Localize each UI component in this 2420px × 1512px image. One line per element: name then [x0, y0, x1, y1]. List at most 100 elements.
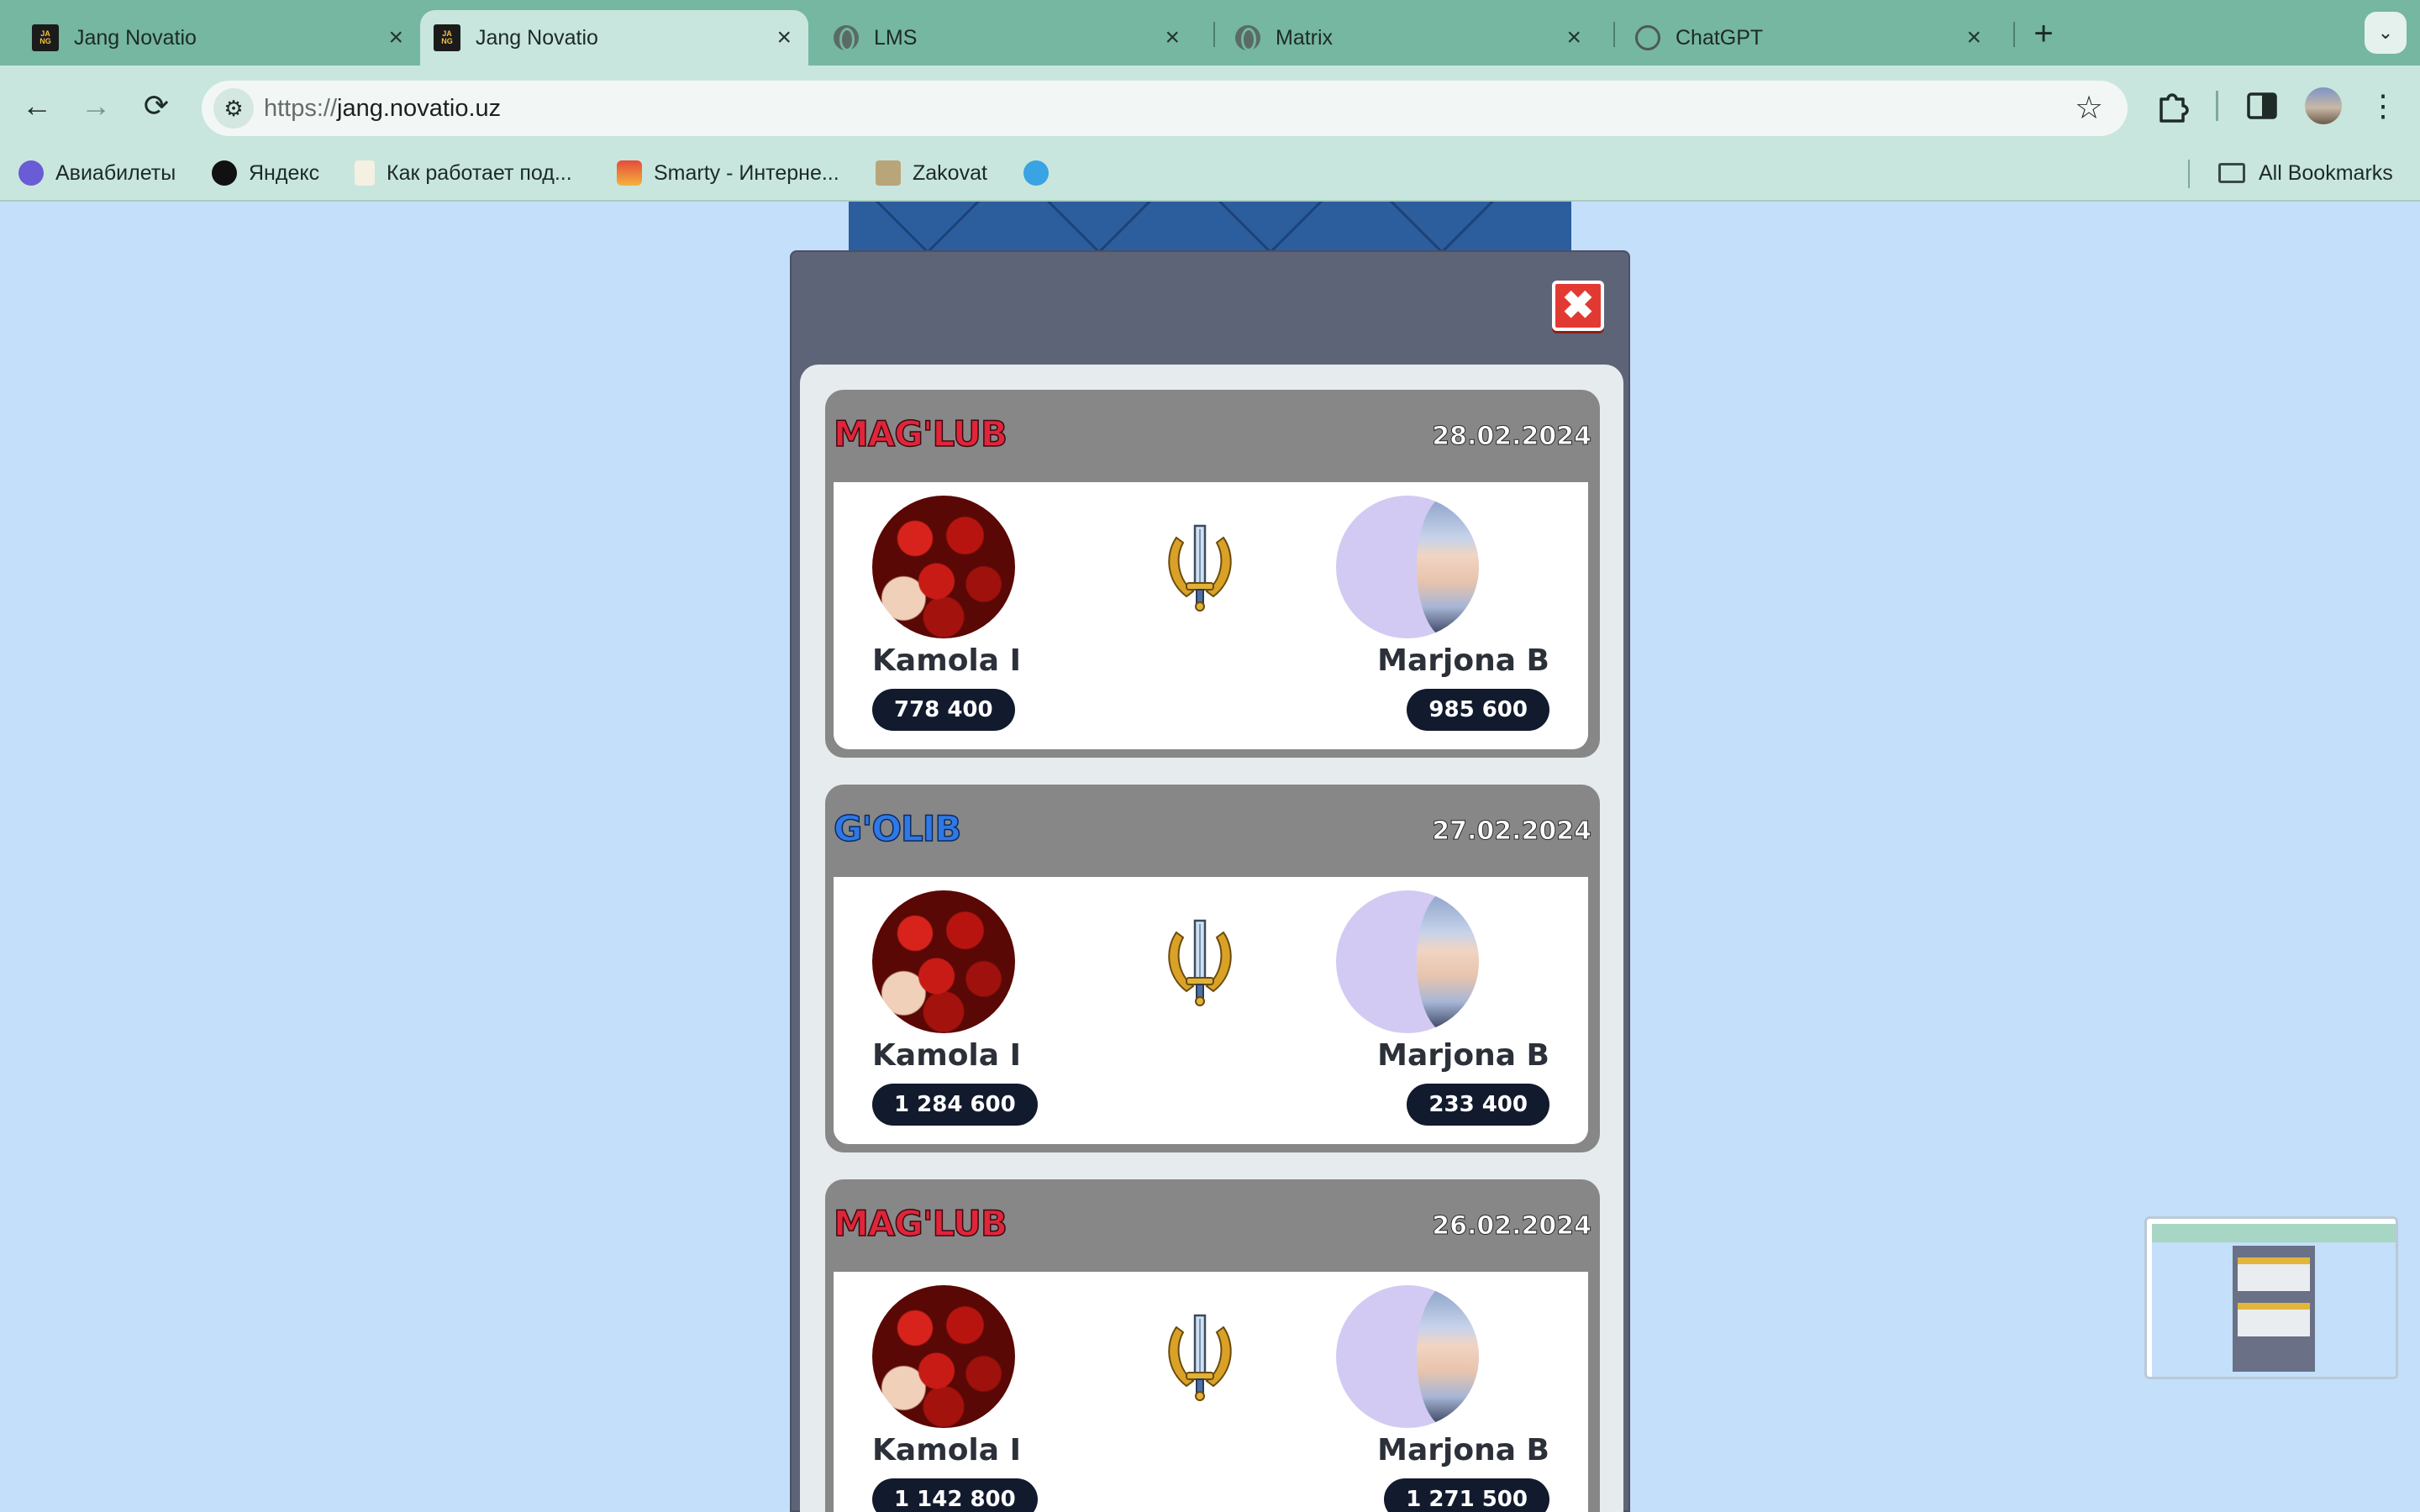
jang-novatio-favicon: JA NG: [32, 24, 59, 51]
match-result-label: MAG'LUB: [833, 1202, 1008, 1245]
lamp-icon: [355, 160, 375, 186]
player1-name: Kamola I: [872, 1433, 1021, 1467]
telegram-icon: [1023, 160, 1049, 186]
player2-photo: [1417, 496, 1479, 638]
player2-score-badge: 1 271 500: [1384, 1478, 1549, 1512]
crossed-sword-emblem-icon: [1168, 524, 1232, 612]
match-history-modal: ✖ MAG'LUB 28.02.2024 Kamola I Marjona B …: [790, 250, 1630, 1512]
bookmark-label: Как работает под...: [387, 160, 572, 185]
url-host: jang.novatio.uz: [337, 95, 502, 122]
yandex-icon: [212, 160, 237, 186]
close-tab-icon[interactable]: ×: [1165, 24, 1180, 52]
decor-chevron: [875, 202, 981, 252]
url-text[interactable]: https://jang.novatio.uz: [264, 81, 501, 136]
browser-menu-button[interactable]: ⋮: [2363, 86, 2403, 126]
site-info-icon[interactable]: ⚙: [213, 88, 254, 129]
bookmark-smarty[interactable]: Smarty - Интерне...: [617, 155, 839, 192]
close-tab-icon[interactable]: ×: [388, 24, 403, 52]
tab-separator: [1613, 22, 1615, 47]
crossed-sword-emblem-icon: [1168, 1314, 1232, 1401]
player1-score-badge: 1 284 600: [872, 1084, 1038, 1126]
all-bookmarks-button[interactable]: All Bookmarks: [2218, 155, 2393, 192]
crossed-sword-emblem-icon: [1168, 919, 1232, 1006]
match-date: 28.02.2024: [1432, 422, 1592, 452]
tab-jang-novatio-2[interactable]: JA NG Jang Novatio ×: [420, 10, 808, 66]
bookmark-label: Zakovat: [913, 160, 987, 185]
player2-avatar[interactable]: [1336, 1285, 1479, 1428]
tab-title: LMS: [874, 25, 918, 50]
match-list[interactable]: MAG'LUB 28.02.2024 Kamola I Marjona B 77…: [800, 365, 1623, 1512]
match-result-label: G'OLIB: [833, 807, 962, 850]
player1-name: Kamola I: [872, 1038, 1021, 1073]
browser-toolbar: ← → ⟳ ⚙ https://jang.novatio.uz ☆ ⋮: [0, 66, 2420, 146]
bookmarks-bar: Авиабилеты Яндекс Как работает под... Sm…: [0, 146, 2420, 202]
player1-avatar[interactable]: [872, 890, 1015, 1033]
tab-search-button[interactable]: ⌄: [2365, 12, 2407, 54]
tab-separator: [1213, 22, 1215, 47]
match-result-label: MAG'LUB: [833, 412, 1008, 455]
preview-card: [2238, 1257, 2310, 1291]
bookmark-label: Авиабилеты: [55, 160, 176, 185]
address-bar[interactable]: ⚙ https://jang.novatio.uz ☆: [202, 81, 2128, 136]
player2-photo: [1417, 890, 1479, 1033]
match-card[interactable]: MAG'LUB 28.02.2024 Kamola I Marjona B 77…: [825, 390, 1600, 758]
decor-chevron: [1218, 202, 1323, 252]
tab-strip: JA NG Jang Novatio × JA NG Jang Novatio …: [0, 0, 2420, 66]
page-preview-thumbnail[interactable]: [2144, 1216, 2398, 1379]
match-card[interactable]: G'OLIB 27.02.2024 Kamola I Marjona B 1 2…: [825, 785, 1600, 1152]
tab-jang-novatio-1[interactable]: JA NG Jang Novatio ×: [0, 10, 420, 66]
player2-name: Marjona B: [1377, 643, 1549, 678]
match-body: Kamola I Marjona B 1 142 800 1 271 500: [834, 1272, 1588, 1512]
player2-photo: [1417, 1285, 1479, 1428]
profile-avatar[interactable]: [2305, 87, 2342, 124]
close-tab-icon[interactable]: ×: [1566, 24, 1581, 52]
match-date: 27.02.2024: [1432, 816, 1592, 847]
player1-name: Kamola I: [872, 643, 1021, 678]
bookmark-aviabilety[interactable]: Авиабилеты: [18, 155, 176, 192]
tab-lms[interactable]: LMS ×: [808, 10, 1197, 66]
decor-chevron: [1046, 202, 1152, 252]
modal-close-button[interactable]: ✖: [1552, 281, 1604, 331]
bookmarks-divider: [2188, 160, 2190, 188]
player1-avatar[interactable]: [872, 1285, 1015, 1428]
close-tab-icon[interactable]: ×: [1966, 24, 1981, 52]
reload-button[interactable]: ⟳: [136, 86, 176, 126]
page-header-strip: [849, 202, 1571, 252]
new-tab-button[interactable]: +: [2023, 12, 2064, 55]
player2-name: Marjona B: [1377, 1433, 1549, 1467]
bookmark-label: Smarty - Интерне...: [654, 160, 839, 185]
bookmark-yandex[interactable]: Яндекс: [212, 155, 319, 192]
close-tab-icon[interactable]: ×: [776, 24, 792, 52]
bookmark-star-icon[interactable]: ☆: [2069, 88, 2109, 129]
player2-avatar[interactable]: [1336, 496, 1479, 638]
side-panel-icon[interactable]: [2244, 87, 2281, 124]
bookmark-telegram[interactable]: [1023, 155, 1060, 192]
jang-novatio-favicon: JA NG: [434, 24, 460, 51]
tab-separator: [2013, 22, 2015, 47]
back-button[interactable]: ←: [17, 86, 57, 126]
bookmark-label: Яндекс: [249, 160, 320, 185]
all-bookmarks-label: All Bookmarks: [2259, 160, 2393, 185]
match-body: Kamola I Marjona B 778 400 985 600: [834, 482, 1588, 749]
player1-avatar[interactable]: [872, 496, 1015, 638]
decor-chevron: [1389, 202, 1495, 252]
match-date: 26.02.2024: [1432, 1211, 1592, 1242]
bookmark-zakovat[interactable]: Zakovat: [876, 155, 987, 192]
forward-button[interactable]: →: [76, 86, 116, 126]
match-body: Kamola I Marjona B 1 284 600 233 400: [834, 877, 1588, 1144]
player2-avatar[interactable]: [1336, 890, 1479, 1033]
toolbar-divider: [2216, 91, 2218, 121]
smarty-icon: [617, 160, 642, 186]
zakovat-icon: [876, 160, 901, 186]
extensions-icon[interactable]: [2154, 87, 2191, 124]
preview-chrome: [2152, 1224, 2396, 1242]
tab-title: ChatGPT: [1676, 25, 1764, 50]
tab-chatgpt[interactable]: ChatGPT ×: [1620, 10, 1998, 66]
tab-title: Jang Novatio: [476, 25, 598, 50]
tab-matrix[interactable]: Matrix ×: [1220, 10, 1598, 66]
tab-title: Matrix: [1276, 25, 1334, 50]
bookmark-kak-rabotaet[interactable]: Как работает под...: [355, 155, 572, 192]
globe-icon: [1235, 25, 1260, 51]
globe-icon: [834, 25, 859, 51]
match-card[interactable]: MAG'LUB 26.02.2024 Kamola I Marjona B 1 …: [825, 1179, 1600, 1512]
